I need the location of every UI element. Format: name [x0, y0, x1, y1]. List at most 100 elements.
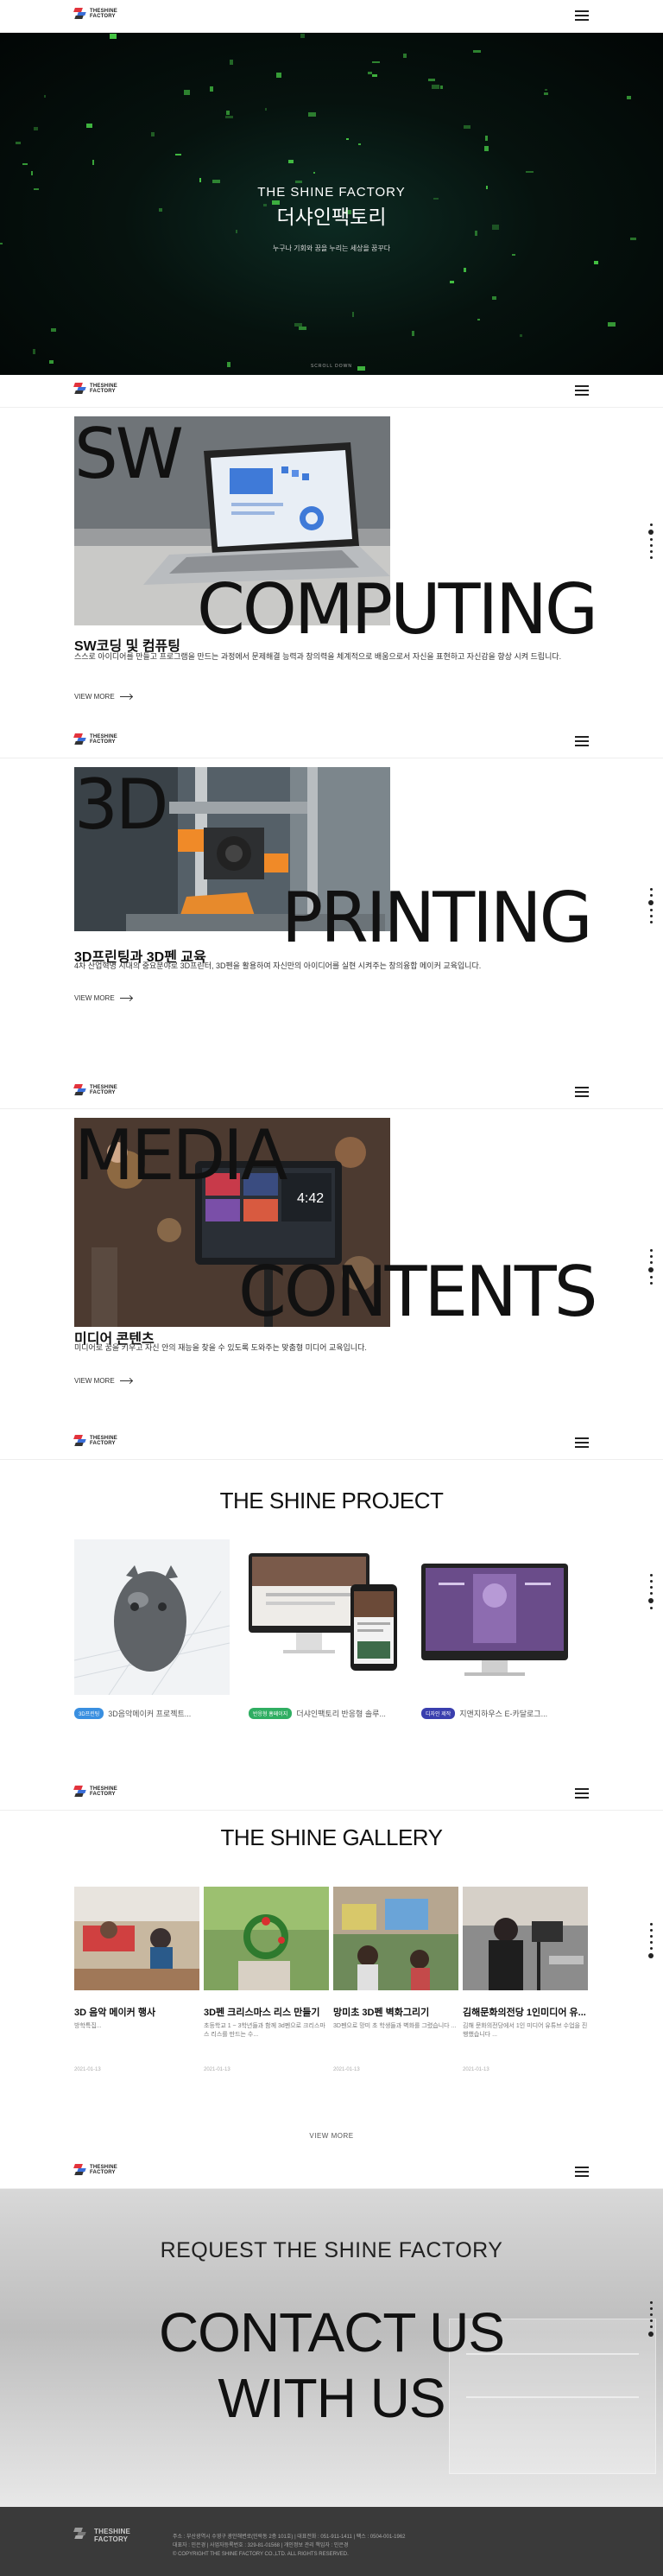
hero-light-pixel [450, 281, 454, 283]
gallery-view-more-button[interactable]: VIEW MORE [0, 2132, 663, 2140]
hero-light-pixel [294, 323, 302, 327]
project-label: 3D음악메이커 프로젝트... [108, 1710, 192, 1718]
course-3d-section: 3D PRINTING 3D프린팅과 3D펜 교육 4차 산업혁명 시대의 중요… [0, 758, 663, 1076]
hero-light-pixel [51, 328, 56, 332]
course-description: 4차 산업혁명 시대의 중요분야로 3D프린터, 3D펜을 활용하여 자신만의 … [74, 961, 482, 970]
footer-address: 주소 : 부산광역시 수영구 광안해변로(민락동 2층 101호) | 대표전화… [173, 2535, 406, 2540]
contact-us-link[interactable]: CONTACT US WITH US [0, 2300, 663, 2431]
section-nav-dots[interactable] [648, 523, 654, 559]
site-header: THESHINE FACTORY [0, 0, 663, 33]
course-big-word-2: CONTENTS [238, 1252, 598, 1332]
hero-light-pixel [594, 261, 598, 264]
hero-light-pixel [265, 108, 267, 111]
gallery-card[interactable]: 3D펜 크리스마스 리스 만들기 초등학교 1 ~ 3학년들과 함께 3d펜으로… [204, 1887, 329, 2072]
logo-icon [73, 1786, 86, 1798]
hero-light-pixel [477, 319, 480, 320]
hero-light-pixel [346, 138, 349, 140]
hero-light-pixel [526, 171, 534, 173]
site-logo[interactable]: THESHINE FACTORY [73, 1435, 117, 1447]
project-card[interactable]: 3D프린팅 3D음악메이커 프로젝트... [73, 1539, 230, 1719]
logo-icon [73, 1435, 86, 1447]
hero-light-pixel [212, 180, 220, 183]
logo-text: THESHINE FACTORY [90, 2164, 117, 2176]
contact-request-heading: REQUEST THE SHINE FACTORY [160, 2238, 503, 2262]
arrow-right-icon [119, 1380, 132, 1381]
hero-light-pixel [288, 160, 294, 163]
site-header: THESHINE FACTORY [0, 1076, 663, 1109]
view-more-link[interactable]: VIEW MORE [74, 693, 132, 701]
gallery-title: THE SHINE GALLERY [220, 1824, 443, 1850]
hero-light-pixel [44, 95, 46, 98]
hero-light-pixel [352, 312, 354, 317]
gallery-item-date: 2021-01-13 [333, 2067, 360, 2072]
site-header: THESHINE FACTORY [0, 375, 663, 408]
hero-light-pixel [92, 160, 94, 165]
logo-text: THESHINE FACTORY [90, 383, 117, 395]
menu-icon[interactable] [575, 10, 589, 21]
section-nav-dots[interactable] [648, 1249, 654, 1285]
footer-logo[interactable]: THESHINE FACTORY [73, 2528, 130, 2543]
project-title: THE SHINE PROJECT [219, 1488, 444, 1513]
hero-light-pixel [276, 73, 281, 78]
section-nav-dots[interactable] [648, 2301, 654, 2337]
site-logo[interactable]: THESHINE FACTORY [73, 2164, 117, 2176]
gallery-card[interactable]: 망미초 3D펜 벽화그리기 3D펜으로 망미 초 학생들과 벽화를 그렸습니다 … [333, 1887, 458, 2072]
hero-light-pixel [184, 90, 190, 95]
gallery-item-summary: 방학특집... [74, 2023, 102, 2029]
section-nav-dots[interactable] [648, 888, 654, 923]
section-nav-dots[interactable] [648, 1574, 654, 1609]
menu-icon[interactable] [575, 385, 589, 396]
hero-light-pixel [230, 60, 233, 65]
hero-light-pixel [544, 92, 548, 95]
scroll-down-link[interactable]: SCROLL DOWN [0, 364, 663, 369]
gallery-item-title: 망미초 3D펜 벽화그리기 [333, 2008, 430, 2018]
menu-icon[interactable] [575, 1437, 589, 1448]
project-card[interactable]: 반응형 홈페이지 더샤인팩토리 반응형 솔루... [249, 1539, 404, 1719]
hero-light-pixel [464, 268, 466, 272]
hero-light-pixel [226, 111, 230, 115]
hero-light-pixel [358, 143, 361, 145]
hero-light-pixel [22, 163, 28, 165]
hero-light-pixel [475, 231, 477, 236]
project-thumbnail [73, 1539, 230, 1696]
hero-light-pixel [33, 349, 35, 354]
site-logo[interactable]: THESHINE FACTORY [73, 733, 117, 746]
footer-business-info: 대표자 : 민은경 | 사업자등록번호 : 329-81-01568 | 개인정… [173, 2543, 349, 2548]
gallery-item-summary: 3D펜으로 망미 초 학생들과 벽화를 그렸습니다 ... [333, 2023, 457, 2029]
site-header: THESHINE FACTORY [0, 1427, 663, 1460]
hero-light-pixel [630, 238, 636, 240]
hero-light-pixel [608, 322, 616, 327]
hero-light-pixel [31, 171, 33, 175]
hero-light-pixel [440, 86, 443, 89]
section-nav-dots[interactable] [648, 1923, 654, 1958]
course-big-word-2: PRINTING [281, 878, 593, 958]
hero-light-pixel [199, 178, 201, 182]
hero-light-pixel [492, 296, 496, 300]
hero-light-pixel [428, 79, 435, 81]
hero-title-ko: 더샤인팩토리 [276, 206, 387, 228]
site-logo[interactable]: THESHINE FACTORY [73, 1084, 117, 1096]
logo-text: THESHINE FACTORY [90, 733, 117, 746]
site-logo[interactable]: THESHINE FACTORY [73, 383, 117, 395]
project-card[interactable]: 디자인 제작 지앤지하우스 E-카달로그... [421, 1539, 577, 1719]
menu-icon[interactable] [575, 1087, 589, 1097]
gallery-item-date: 2021-01-13 [463, 2067, 489, 2072]
course-big-word-1: SW [74, 414, 184, 494]
project-label: 지앤지하우스 E-카달로그... [459, 1710, 548, 1718]
site-logo[interactable]: THESHINE FACTORY [73, 8, 117, 20]
menu-icon[interactable] [575, 1788, 589, 1799]
gallery-card[interactable]: 김해문화의전당 1인미디어 유... 김해 문화의전당에서 1인 미디어 유튜브… [463, 1887, 588, 2072]
view-more-link[interactable]: VIEW MORE [74, 994, 132, 1002]
project-thumbnail [249, 1539, 404, 1695]
menu-icon[interactable] [575, 736, 589, 746]
menu-icon[interactable] [575, 2167, 589, 2177]
course-media-section: 4:42 MEDIA CONTENTS 미디어 콘텐츠 미디어로 꿈을 키우고 … [0, 1109, 663, 1427]
site-logo[interactable]: THESHINE FACTORY [73, 1786, 117, 1798]
view-more-link[interactable]: VIEW MORE [74, 1377, 132, 1385]
logo-text: THESHINE FACTORY [90, 1084, 117, 1096]
course-sw-section: SW COMPUTING SW코딩 및 컴퓨팅 스스로 아이디어를 만들고 프로… [0, 408, 663, 726]
hero-title-en: THE SHINE FACTORY [257, 185, 406, 200]
category-badge: 디자인 제작 [421, 1708, 456, 1719]
gallery-card[interactable]: 3D 음악 메이커 행사 방학특집... 2021-01-13 [74, 1887, 199, 2072]
hero-light-pixel [34, 127, 38, 130]
